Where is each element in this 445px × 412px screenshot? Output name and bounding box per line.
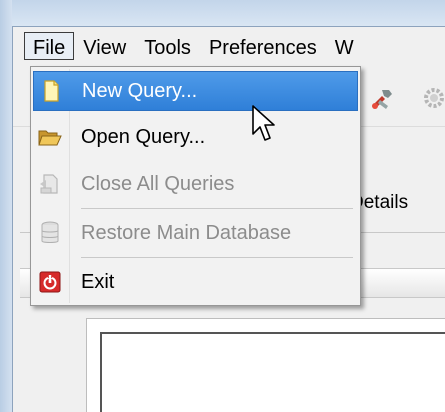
menu-bar: File View Tools Preferences W <box>24 29 445 63</box>
close-document-icon <box>33 164 67 204</box>
menu-item-label: Exit <box>81 270 115 293</box>
menu-item-label: New Query... <box>82 79 198 102</box>
database-icon <box>33 213 67 253</box>
menu-view[interactable]: View <box>74 32 135 60</box>
menu-preferences[interactable]: Preferences <box>200 32 326 60</box>
file-dropdown-menu: New Query... Open Query... Close All Que… <box>30 66 361 306</box>
menu-item-exit[interactable]: Exit <box>33 262 358 302</box>
menu-item-open-query[interactable]: Open Query... <box>33 117 358 157</box>
menu-item-new-query[interactable]: New Query... <box>33 71 358 111</box>
menu-separator <box>81 257 353 258</box>
menu-item-restore-main-database[interactable]: Restore Main Database <box>33 213 358 253</box>
menu-item-close-all-queries[interactable]: Close All Queries <box>33 164 358 204</box>
menu-item-label: Restore Main Database <box>81 221 292 244</box>
open-folder-icon <box>33 117 67 157</box>
mouse-cursor-icon <box>251 104 277 144</box>
menu-file[interactable]: File <box>24 32 75 60</box>
menu-item-label: Close All Queries <box>81 172 235 195</box>
wrench-icon[interactable] <box>368 86 394 112</box>
results-grid[interactable] <box>100 332 445 412</box>
menu-tools[interactable]: Tools <box>135 32 200 60</box>
gear-icon[interactable] <box>423 87 445 109</box>
menu-window[interactable]: W <box>326 32 363 60</box>
menu-item-label: Open Query... <box>81 125 206 148</box>
menu-separator <box>81 208 353 209</box>
window-left-border <box>0 0 12 412</box>
window-title-bar <box>0 0 445 26</box>
exit-power-icon <box>33 262 67 302</box>
new-document-icon <box>34 71 68 111</box>
app-window: File View Tools Preferences W Details Ne… <box>0 0 445 412</box>
